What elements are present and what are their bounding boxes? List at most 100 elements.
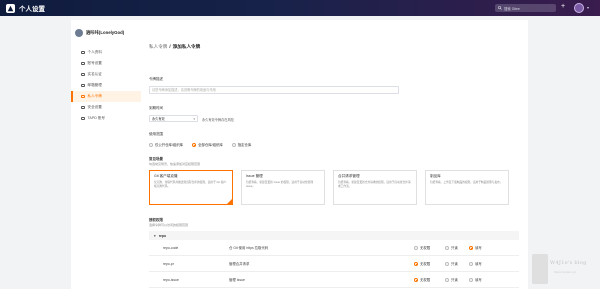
table-row: repo-code 仓 Git 使用 https 拉取代码 无权限 只读 读写 bbox=[149, 240, 519, 256]
sidebar-item-label: 实名认证 bbox=[87, 72, 102, 76]
perm-write-radio[interactable]: 读写 bbox=[469, 277, 482, 282]
sidebar-item-account[interactable]: 账号设置 bbox=[71, 58, 141, 69]
sidebar-item-profile[interactable]: 个人资料 bbox=[71, 47, 141, 58]
perm-write-radio[interactable]: 读写 bbox=[469, 261, 482, 266]
group-title: repo bbox=[158, 233, 167, 238]
create-button[interactable]: + bbox=[561, 3, 565, 11]
card-desc: 包括查看、新建及更新合并请求的权限，适用于自动化合并请求工作流。 bbox=[338, 181, 411, 188]
preset-card-git[interactable]: Git 客户端克隆 仅克隆、拉取代码并推送到远程仓库的权限，适用于 Git 客户… bbox=[149, 170, 233, 205]
card-title: 制品库 bbox=[430, 174, 441, 178]
radio-dot bbox=[192, 142, 197, 147]
radio-dot bbox=[469, 277, 473, 282]
scope-label: 使用范围 bbox=[149, 132, 163, 136]
chevron-down-icon: ▾ bbox=[193, 117, 195, 121]
radio-dot bbox=[469, 245, 473, 250]
avatar bbox=[75, 29, 83, 37]
perm-desc: 管理 Issue bbox=[229, 278, 245, 282]
breadcrumb: 私人令牌 / 添加私人令牌 bbox=[149, 44, 200, 50]
scope-radio-public[interactable]: 仅公开仓库/组织库 bbox=[149, 142, 183, 147]
table-row: repo-pr 管理合并请求 无权限 只读 读写 bbox=[149, 256, 519, 272]
key-icon bbox=[81, 94, 85, 99]
radio-dot bbox=[445, 277, 449, 282]
preset-card-artifact[interactable]: 制品库 包括查看、上传及下载制品的权限，适用于制品管理与发布。 bbox=[425, 170, 509, 205]
perm-desc: 管理合并请求 bbox=[229, 262, 250, 266]
radio-label: 读写 bbox=[475, 246, 482, 250]
perm-write-radio[interactable]: 读写 bbox=[469, 245, 482, 250]
preset-cards: Git 客户端克隆 仅克隆、拉取代码并推送到远程仓库的权限，适用于 Git 客户… bbox=[149, 170, 509, 205]
app-title: 个人设置 bbox=[19, 6, 45, 13]
radio-label: 全部仓库/组织库 bbox=[198, 143, 223, 147]
top-navbar: 个人设置 搜索 Gitee + ▾ bbox=[0, 0, 600, 16]
desc-input[interactable]: 请您令牌添加描述，请说明令牌的用途与作用 bbox=[149, 86, 399, 94]
expiry-value: 永久有效 bbox=[152, 117, 165, 121]
page-title: 添加私人令牌 bbox=[172, 44, 201, 49]
chevron-down-icon: ▾ bbox=[154, 233, 156, 238]
radio-dot bbox=[231, 142, 236, 147]
card-title: Issue 管理 bbox=[246, 174, 263, 178]
sidebar-item-tapd[interactable]: TAPD 账号 bbox=[71, 113, 141, 124]
sidebar-item-security[interactable]: 安全设置 bbox=[71, 102, 141, 113]
breadcrumb-separator: / bbox=[169, 44, 171, 49]
desc-label: 令牌描述 bbox=[149, 77, 163, 81]
logo-icon bbox=[7, 5, 14, 11]
watermark-seal bbox=[532, 254, 548, 284]
search-icon bbox=[498, 6, 502, 10]
user-icon bbox=[81, 50, 85, 55]
radio-dot bbox=[149, 142, 153, 147]
perm-read-radio[interactable]: 只读 bbox=[445, 245, 458, 250]
breadcrumb-parent[interactable]: 私人令牌 bbox=[149, 44, 167, 49]
radio-label: 无权限 bbox=[420, 278, 431, 282]
perm-none-radio[interactable]: 无权限 bbox=[414, 245, 430, 250]
scope-radio-specific[interactable]: 指定仓库 bbox=[231, 142, 252, 147]
preset-card-issue[interactable]: Issue 管理 包括查看、新建及更新 Issue 的权限，适用于自动化管理 I… bbox=[241, 170, 325, 205]
expiry-select[interactable]: 永久有效 ▾ bbox=[149, 115, 198, 122]
link-icon bbox=[81, 116, 85, 121]
radio-dot bbox=[469, 261, 473, 266]
expiry-label: 到期时间 bbox=[149, 106, 163, 110]
card-desc: 包括查看、新建及更新 Issue 的权限，适用于自动化管理 Issue。 bbox=[246, 181, 314, 188]
profile-header: 逍咔咔(LonelyGod) bbox=[71, 20, 141, 40]
sidebar-item-label: TAPD 账号 bbox=[87, 116, 106, 120]
radio-dot bbox=[414, 261, 418, 266]
sidebar-item-verify[interactable]: 实名认证 bbox=[71, 69, 141, 80]
sidebar-item-email[interactable]: 邮箱管理 bbox=[71, 80, 141, 91]
radio-label: 只读 bbox=[451, 262, 458, 266]
perm-none-radio[interactable]: 无权限 bbox=[414, 277, 430, 282]
logo[interactable] bbox=[6, 3, 15, 13]
search-input[interactable]: 搜索 Gitee bbox=[495, 4, 556, 12]
permission-group-header[interactable]: ▾ repo bbox=[149, 231, 519, 240]
radio-dot bbox=[445, 261, 449, 266]
perm-desc: 仓 Git 使用 https 拉取代码 bbox=[229, 246, 269, 250]
table-row: repo-issue 管理 Issue 无权限 只读 读写 bbox=[149, 272, 519, 288]
sidebar-item-tokens[interactable]: 私人令牌 bbox=[71, 91, 141, 102]
radio-label: 指定仓库 bbox=[237, 143, 252, 147]
avatar[interactable] bbox=[574, 3, 584, 13]
shield-icon bbox=[81, 105, 85, 110]
watermark-url: https://w4j1e.xyz bbox=[554, 270, 577, 274]
scope-radio-all[interactable]: 全部仓库/组织库 bbox=[192, 142, 223, 147]
chevron-down-icon[interactable]: ▾ bbox=[587, 5, 589, 10]
sidebar-item-label: 账号设置 bbox=[87, 61, 102, 65]
radio-label: 读写 bbox=[475, 262, 482, 266]
id-icon bbox=[81, 72, 85, 77]
perm-none-radio[interactable]: 无权限 bbox=[414, 261, 430, 266]
card-title: Git 客户端克隆 bbox=[154, 174, 178, 178]
settings-icon bbox=[81, 61, 85, 66]
perm-key: repo-code bbox=[163, 245, 179, 250]
sidebar-item-label: 安全设置 bbox=[87, 105, 102, 109]
radio-label: 读写 bbox=[475, 278, 482, 282]
watermark-text: W4J1e's blog bbox=[550, 260, 587, 266]
perm-read-radio[interactable]: 只读 bbox=[445, 277, 458, 282]
preset-card-pr[interactable]: 合并请求管理 包括查看、新建及更新合并请求的权限，适用于自动化合并请求工作流。 bbox=[333, 170, 417, 205]
radio-dot bbox=[414, 277, 418, 282]
sidebar-menu: 个人资料 账号设置 实名认证 邮箱管理 私人令牌 安全设置 TAPD 账号 bbox=[71, 47, 141, 124]
profile-name: 逍咔咔(LonelyGod) bbox=[86, 30, 125, 35]
search-placeholder: 搜索 Gitee bbox=[504, 6, 520, 11]
permission-table: ▾ repo repo-code 仓 Git 使用 https 拉取代码 无权限 … bbox=[149, 231, 519, 288]
perm-key: repo-issue bbox=[163, 277, 179, 282]
radio-label: 仅公开仓库/组织库 bbox=[155, 143, 184, 147]
perm-read-radio[interactable]: 只读 bbox=[445, 261, 458, 266]
card-desc: 仅克隆、拉取代码并推送到远程仓库的权限，适用于 Git 客户端克隆代码。 bbox=[154, 181, 227, 188]
radio-dot bbox=[414, 245, 418, 250]
sidebar-item-label: 个人资料 bbox=[87, 50, 102, 54]
